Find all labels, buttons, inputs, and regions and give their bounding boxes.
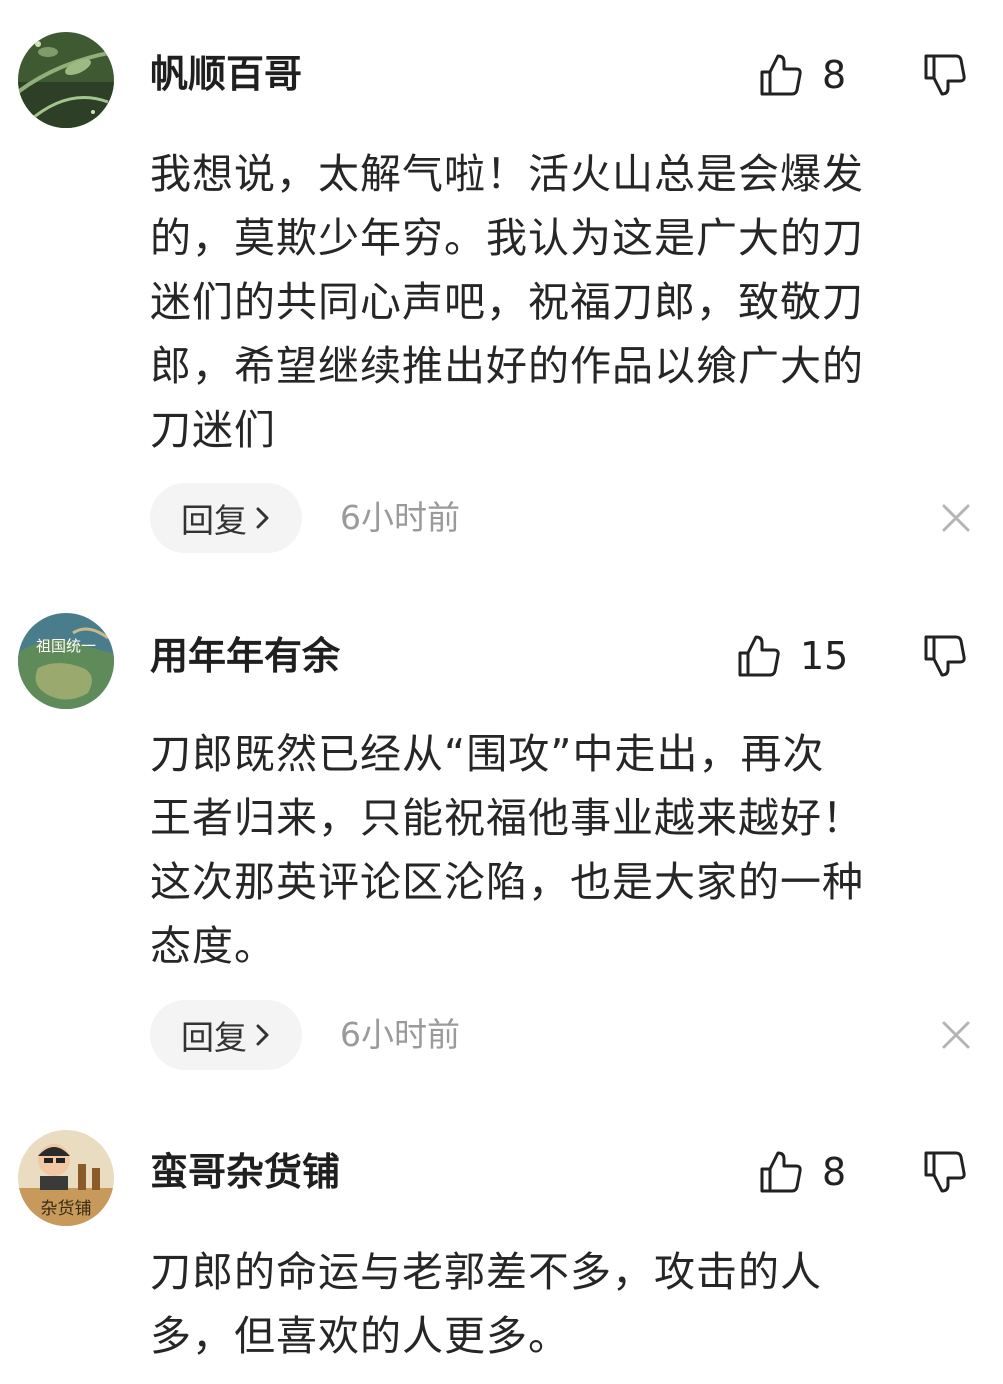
dislike-button[interactable]: [922, 52, 972, 102]
avatar-caption: 杂货铺: [41, 1199, 92, 1219]
map-avatar-icon: 祖国统一: [18, 613, 114, 709]
reply-label: 回复: [181, 501, 247, 540]
like-count: 15: [800, 634, 849, 678]
username[interactable]: 用年年有余: [150, 634, 340, 678]
chevron-right-icon: [255, 499, 271, 538]
close-icon[interactable]: [940, 1019, 972, 1051]
like-button[interactable]: 8: [758, 1147, 846, 1197]
like-button[interactable]: 15: [736, 631, 848, 681]
thumbs-up-icon: [738, 635, 780, 677]
like-button[interactable]: 8: [758, 50, 846, 100]
thumbs-up-icon: [760, 54, 802, 96]
thumbs-down-icon: [924, 54, 966, 96]
like-count: 8: [822, 53, 847, 97]
avatar[interactable]: [18, 32, 114, 128]
reply-button[interactable]: 回复: [150, 483, 302, 553]
avatar-caption: 祖国统一: [36, 637, 96, 655]
timestamp: 6小时前: [340, 498, 460, 537]
plant-avatar-icon: [18, 32, 114, 128]
comment-text: 刀郎既然已经从“围攻”中走出，再次 王者归来，只能祝福他事业越来越好！ 这次那英…: [150, 730, 864, 970]
comment-text: 我想说，太解气啦！活火山总是会爆发 的，莫欺少年穷。我认为这是广大的刀 迷们的共…: [150, 150, 864, 454]
shop-avatar-icon: 杂货铺: [18, 1130, 114, 1226]
thumbs-down-icon: [924, 1151, 966, 1193]
timestamp: 6小时前: [340, 1015, 460, 1054]
dislike-button[interactable]: [922, 1149, 972, 1199]
close-icon[interactable]: [940, 502, 972, 534]
thumbs-up-icon: [760, 1151, 802, 1193]
like-count: 8: [822, 1150, 847, 1194]
avatar[interactable]: 杂货铺: [18, 1130, 114, 1226]
reply-button[interactable]: 回复: [150, 1000, 302, 1070]
avatar[interactable]: 祖国统一: [18, 613, 114, 709]
reply-label: 回复: [181, 1018, 247, 1057]
username[interactable]: 蛮哥杂货铺: [150, 1150, 340, 1194]
comment-text: 刀郎的命运与老郭差不多，攻击的人 多，但喜欢的人更多。: [150, 1248, 822, 1360]
thumbs-down-icon: [924, 635, 966, 677]
username[interactable]: 帆顺百哥: [150, 52, 302, 96]
chevron-right-icon: [255, 1016, 271, 1055]
dislike-button[interactable]: [922, 633, 972, 683]
